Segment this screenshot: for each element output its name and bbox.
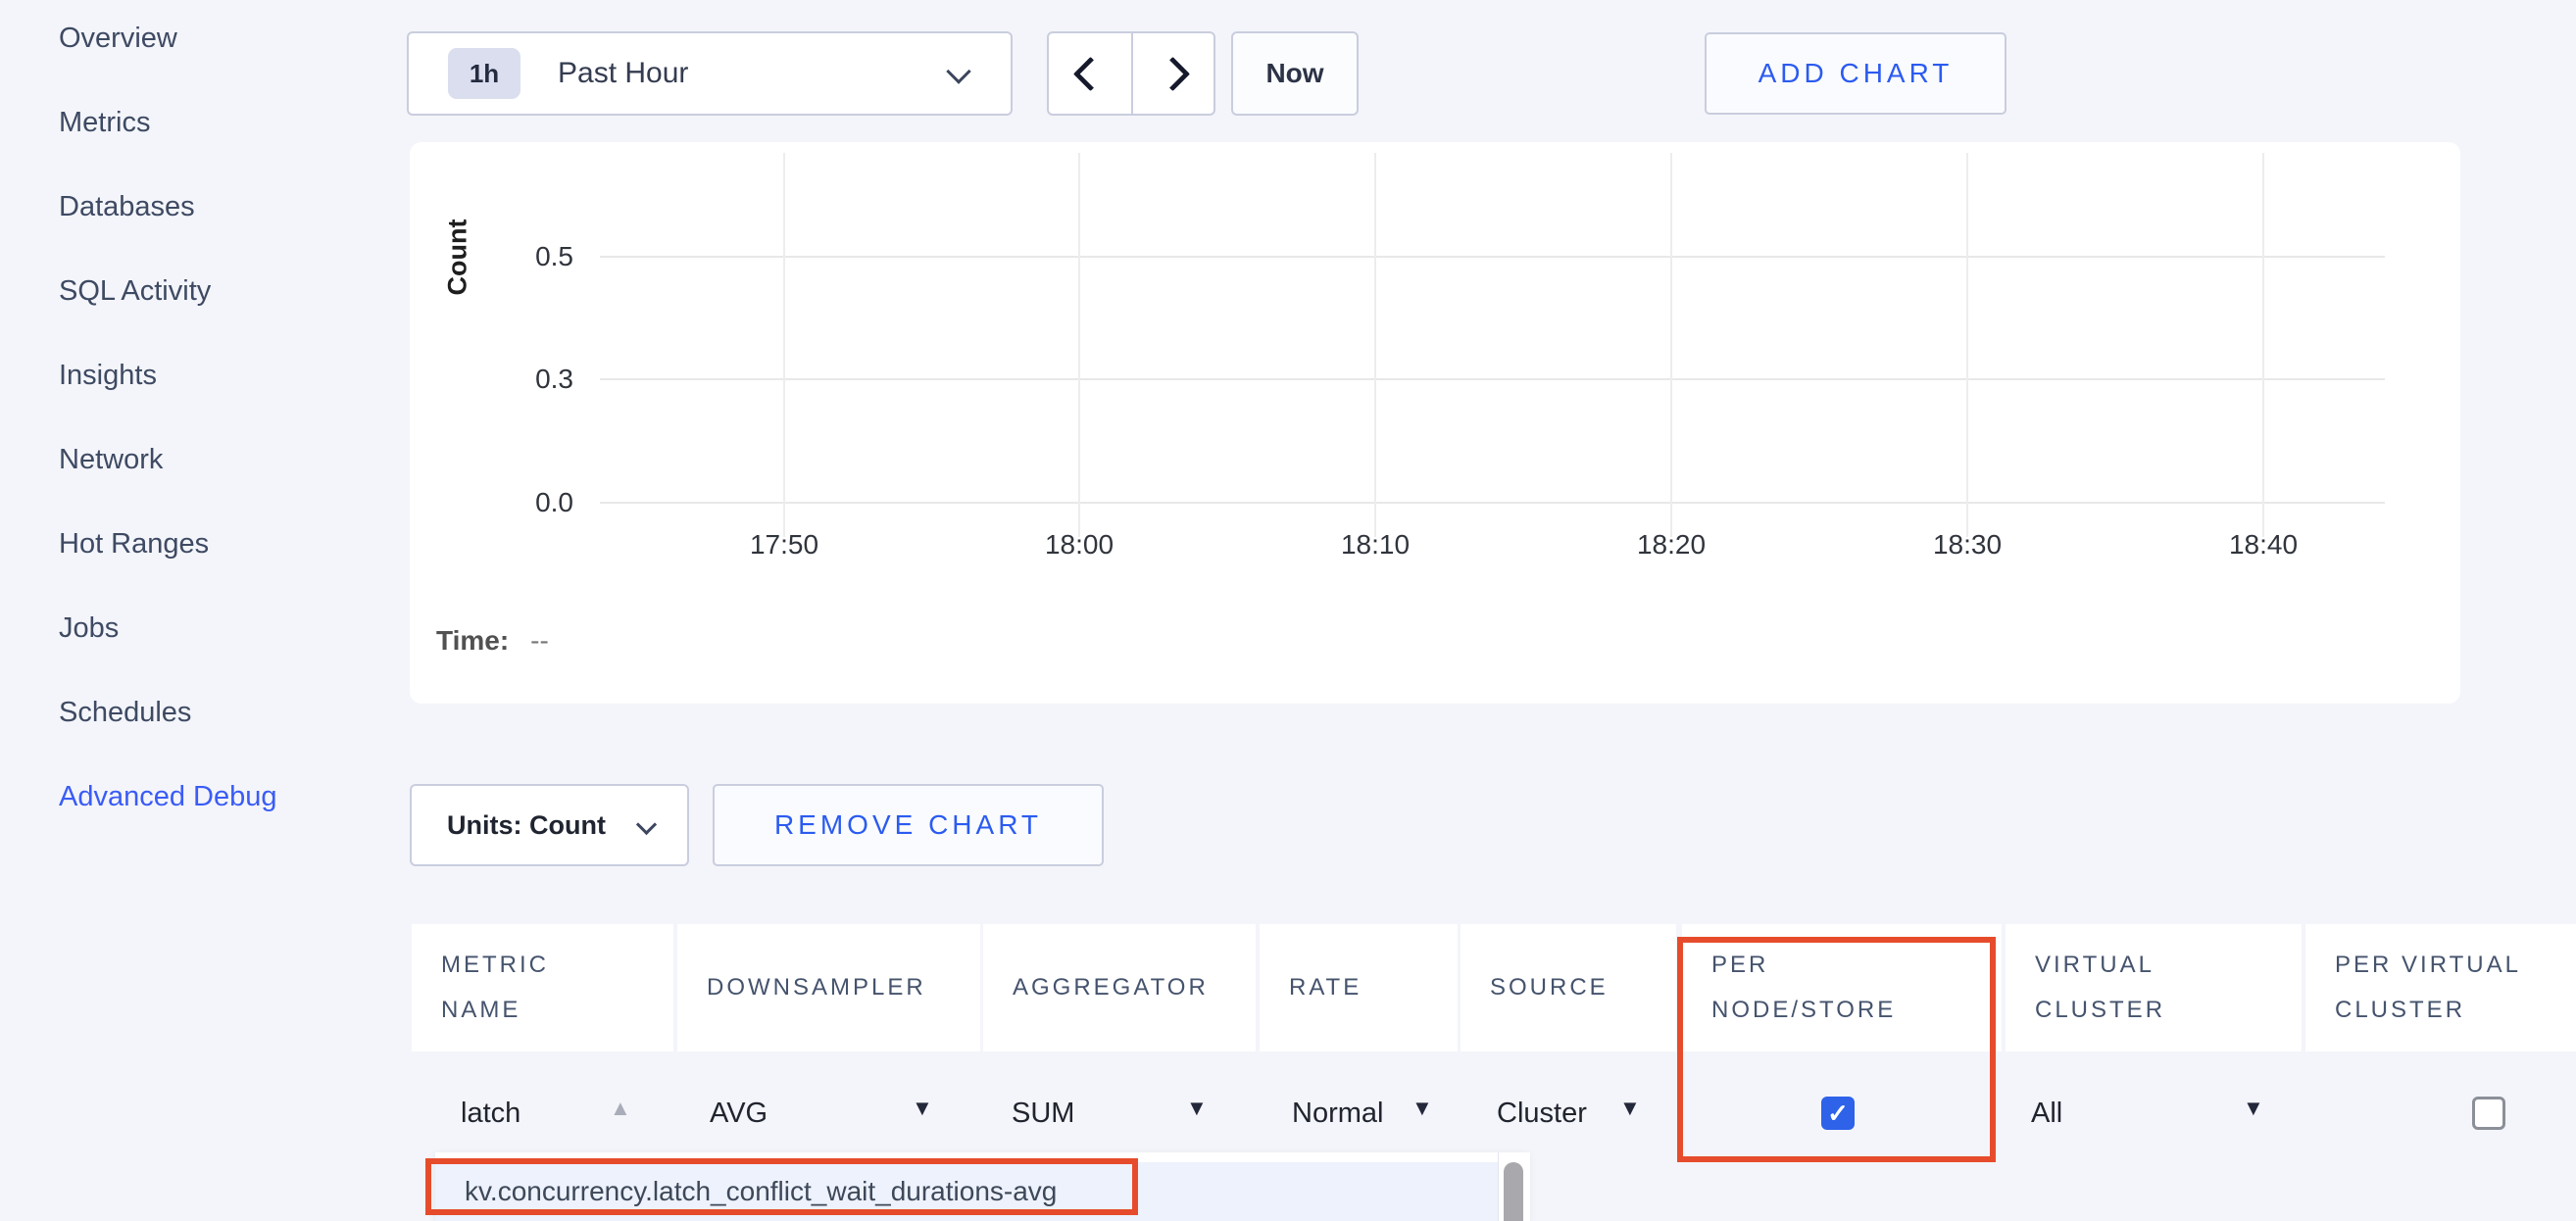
y-tick-0-0: 0.0 <box>495 487 573 518</box>
next-interval-button[interactable] <box>1131 33 1214 114</box>
gridline <box>600 256 2385 258</box>
time-range-badge: 1h <box>448 48 520 99</box>
triangle-up-icon: ▲ <box>610 1096 631 1121</box>
remove-chart-button[interactable]: REMOVE CHART <box>713 784 1104 866</box>
chevron-left-icon <box>1072 56 1107 90</box>
sidebar-item-jobs[interactable]: Jobs <box>59 609 119 648</box>
sidebar-item-metrics[interactable]: Metrics <box>59 103 150 142</box>
column-header-downsampler: DOWNSAMPLER <box>677 924 980 1051</box>
sidebar-item-network[interactable]: Network <box>59 440 163 479</box>
triangle-down-icon: ▼ <box>2243 1096 2264 1121</box>
sidebar-item-schedules[interactable]: Schedules <box>59 693 191 732</box>
gridline <box>2262 153 2264 537</box>
gridline <box>600 378 2385 380</box>
aggregator-select[interactable]: SUM <box>1012 1086 1074 1141</box>
checkmark-icon: ✓ <box>1827 1099 1849 1129</box>
gridline <box>1374 153 1376 537</box>
dropdown-scrollbar-thumb[interactable] <box>1504 1162 1523 1221</box>
gridline <box>600 502 2385 504</box>
x-tick-1810: 18:10 <box>1307 529 1444 561</box>
gridline <box>1078 153 1080 537</box>
column-header-aggregator: AGGREGATOR <box>983 924 1256 1051</box>
chart-panel <box>410 142 2460 704</box>
per-node-store-checkbox[interactable]: ✓ <box>1821 1097 1855 1130</box>
triangle-down-icon: ▼ <box>1619 1096 1641 1121</box>
gridline <box>783 153 785 537</box>
per-virtual-cluster-checkbox[interactable] <box>2472 1097 2505 1130</box>
column-header-rate: RATE <box>1260 924 1458 1051</box>
triangle-down-icon: ▼ <box>1186 1096 1208 1121</box>
hover-time-readout: Time: -- <box>436 625 549 657</box>
sidebar-item-sql-activity[interactable]: SQL Activity <box>59 271 211 311</box>
divider <box>1131 33 1133 114</box>
add-chart-button[interactable]: ADD CHART <box>1705 32 2006 115</box>
time-value: -- <box>530 625 549 656</box>
gridline <box>1966 153 1968 537</box>
chevron-down-icon <box>636 814 657 835</box>
y-tick-0-5: 0.5 <box>495 241 573 272</box>
column-header-virtual-cluster: VIRTUAL CLUSTER <box>2006 924 2302 1051</box>
chevron-right-icon <box>1155 56 1189 90</box>
x-tick-1750: 17:50 <box>716 529 853 561</box>
column-header-source: SOURCE <box>1461 924 1676 1051</box>
sidebar-item-hot-ranges[interactable]: Hot Ranges <box>59 524 209 563</box>
units-dropdown[interactable]: Units: Count <box>410 784 689 866</box>
previous-interval-button[interactable] <box>1049 33 1131 114</box>
x-tick-1820: 18:20 <box>1603 529 1740 561</box>
sidebar-item-databases[interactable]: Databases <box>59 187 195 226</box>
x-tick-1830: 18:30 <box>1899 529 2036 561</box>
sidebar-item-insights[interactable]: Insights <box>59 356 157 395</box>
sidebar-item-advanced-debug[interactable]: Advanced Debug <box>59 777 277 816</box>
metric-name-input[interactable]: latch <box>461 1086 520 1141</box>
rate-select[interactable]: Normal <box>1292 1086 1383 1141</box>
chevron-down-icon <box>946 59 970 83</box>
metric-suggestion-label: kv.concurrency.latch_conflict_wait_durat… <box>465 1176 1057 1207</box>
gridline <box>1670 153 1672 537</box>
advanced-debug-custom-chart-page: Overview Metrics Databases SQL Activity … <box>0 0 2576 1221</box>
time-range-label: Past Hour <box>558 57 688 90</box>
column-header-metric-name: METRIC NAME <box>412 924 673 1051</box>
downsampler-select[interactable]: AVG <box>710 1086 768 1141</box>
time-step-buttons <box>1047 31 1215 116</box>
triangle-down-icon: ▼ <box>912 1096 933 1121</box>
column-header-per-virtual-cluster: PER VIRTUAL CLUSTER <box>2305 924 2576 1051</box>
time-range-picker[interactable]: 1h Past Hour <box>407 31 1013 116</box>
y-tick-0-3: 0.3 <box>495 364 573 395</box>
source-select[interactable]: Cluster <box>1497 1086 1587 1141</box>
time-label: Time: <box>436 625 509 656</box>
metric-suggestion-item[interactable]: kv.concurrency.latch_conflict_wait_durat… <box>435 1162 1498 1221</box>
sidebar-item-overview[interactable]: Overview <box>59 19 177 58</box>
units-dropdown-label: Units: Count <box>447 810 606 841</box>
chart-y-axis-label: Count <box>443 194 473 321</box>
x-tick-1800: 18:00 <box>1011 529 1148 561</box>
now-button[interactable]: Now <box>1231 31 1359 116</box>
virtual-cluster-select[interactable]: All <box>2031 1086 2062 1141</box>
triangle-down-icon: ▼ <box>1412 1096 1433 1121</box>
x-tick-1840: 18:40 <box>2195 529 2332 561</box>
column-header-per-node-store: PER NODE/STORE <box>1682 924 2002 1051</box>
